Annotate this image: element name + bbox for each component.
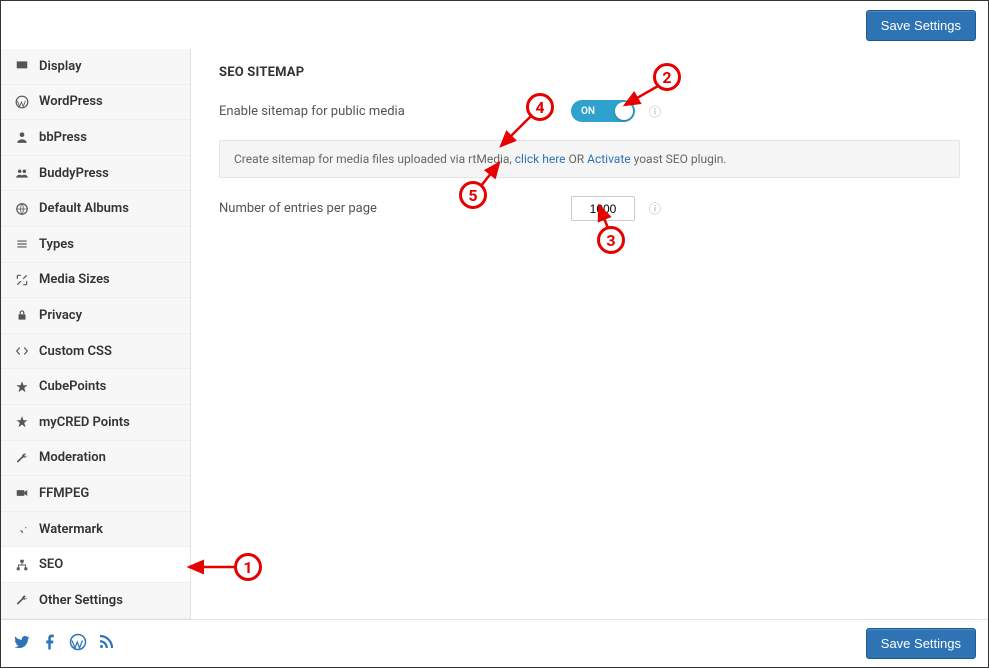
wordpress-icon[interactable]: [69, 633, 87, 655]
sidebar-item-moderation[interactable]: Moderation: [1, 441, 190, 477]
notice-suffix: yoast SEO plugin.: [631, 152, 727, 166]
star-icon: [13, 380, 31, 394]
sidebar-item-custom-css[interactable]: Custom CSS: [1, 334, 190, 370]
info-icon[interactable]: ⓘ: [649, 200, 661, 217]
sidebar-item-label: myCRED Points: [39, 415, 130, 430]
sidebar-item-label: BuddyPress: [39, 166, 109, 181]
section-title: SEO SITEMAP: [219, 65, 960, 80]
annotation-2: 2: [653, 63, 681, 91]
sidebar-item-label: FFMPEG: [39, 486, 89, 501]
row-enable-sitemap: Enable sitemap for public media ON ⓘ: [219, 100, 960, 122]
annotation-1: 1: [234, 553, 262, 581]
sidebar-item-mycred[interactable]: myCRED Points: [1, 405, 190, 441]
top-toolbar: Save Settings: [1, 1, 988, 49]
click-here-link[interactable]: click here: [515, 152, 566, 166]
save-settings-button-bottom[interactable]: Save Settings: [866, 628, 976, 659]
sidebar-item-default-albums[interactable]: Default Albums: [1, 191, 190, 227]
entries-per-page-input[interactable]: [571, 196, 635, 221]
notice-or: OR: [566, 152, 588, 166]
sidebar-item-label: Other Settings: [39, 593, 123, 608]
annotation-4: 4: [526, 93, 554, 121]
group-icon: [13, 166, 31, 180]
sidebar-item-label: Media Sizes: [39, 272, 110, 287]
lock-icon: [13, 308, 31, 322]
video-icon: [13, 486, 31, 500]
sidebar-item-seo[interactable]: SEO: [1, 547, 190, 583]
sitemap-icon: [13, 558, 31, 572]
twitter-icon[interactable]: [13, 633, 31, 655]
sidebar-item-label: Watermark: [39, 522, 103, 537]
main-panel: SEO SITEMAP Enable sitemap for public me…: [191, 49, 988, 619]
sidebar-item-label: SEO: [39, 557, 63, 572]
sitemap-notice: Create sitemap for media files uploaded …: [219, 140, 960, 178]
enable-sitemap-toggle[interactable]: ON: [571, 100, 635, 122]
toggle-on-text: ON: [581, 106, 595, 117]
sidebar-item-label: Display: [39, 59, 82, 74]
sidebar-item-watermark[interactable]: Watermark: [1, 512, 190, 548]
save-settings-button-top[interactable]: Save Settings: [866, 10, 976, 41]
sidebar-item-types[interactable]: Types: [1, 227, 190, 263]
sidebar-item-other-settings[interactable]: Other Settings: [1, 583, 190, 619]
sidebar-item-label: Default Albums: [39, 201, 129, 216]
expand-icon: [13, 273, 31, 287]
sidebar-item-ffmpeg[interactable]: FFMPEG: [1, 476, 190, 512]
sidebar-item-buddypress[interactable]: BuddyPress: [1, 156, 190, 192]
sidebar: Display WordPress bbPress BuddyPress Def…: [1, 49, 191, 619]
person-icon: [13, 130, 31, 144]
rss-icon[interactable]: [97, 633, 115, 655]
monitor-icon: [13, 59, 31, 73]
sidebar-item-label: WordPress: [39, 94, 103, 109]
social-links: [13, 633, 115, 655]
footer-bar: Save Settings: [1, 619, 988, 667]
sidebar-item-display[interactable]: Display: [1, 49, 190, 85]
globe-icon: [13, 202, 31, 216]
annotation-5: 5: [459, 181, 487, 209]
sidebar-item-label: Custom CSS: [39, 344, 112, 359]
info-icon[interactable]: ⓘ: [649, 103, 661, 120]
sidebar-item-cubepoints[interactable]: CubePoints: [1, 369, 190, 405]
sidebar-item-label: Privacy: [39, 308, 82, 323]
entries-per-page-label: Number of entries per page: [219, 201, 571, 216]
sliders-icon: [13, 237, 31, 251]
sidebar-item-label: Moderation: [39, 450, 106, 465]
sidebar-item-label: CubePoints: [39, 379, 106, 394]
row-entries-per-page: Number of entries per page ⓘ: [219, 196, 960, 221]
enable-sitemap-label: Enable sitemap for public media: [219, 104, 571, 119]
facebook-icon[interactable]: [41, 633, 59, 655]
sidebar-item-privacy[interactable]: Privacy: [1, 298, 190, 334]
star-icon: [13, 415, 31, 429]
code-icon: [13, 344, 31, 358]
sidebar-item-bbpress[interactable]: bbPress: [1, 120, 190, 156]
activate-link[interactable]: Activate: [587, 152, 631, 166]
pin-icon: [13, 522, 31, 536]
toggle-knob: [615, 102, 633, 120]
sidebar-item-media-sizes[interactable]: Media Sizes: [1, 263, 190, 299]
wrench-icon: [13, 451, 31, 465]
annotation-3: 3: [597, 226, 625, 254]
sidebar-item-wordpress[interactable]: WordPress: [1, 85, 190, 121]
wrench-icon: [13, 593, 31, 607]
sidebar-item-label: Types: [39, 237, 74, 252]
main-layout: Display WordPress bbPress BuddyPress Def…: [1, 49, 988, 619]
wordpress-icon: [13, 95, 31, 109]
notice-prefix: Create sitemap for media files uploaded …: [234, 152, 515, 166]
sidebar-item-label: bbPress: [39, 130, 87, 145]
